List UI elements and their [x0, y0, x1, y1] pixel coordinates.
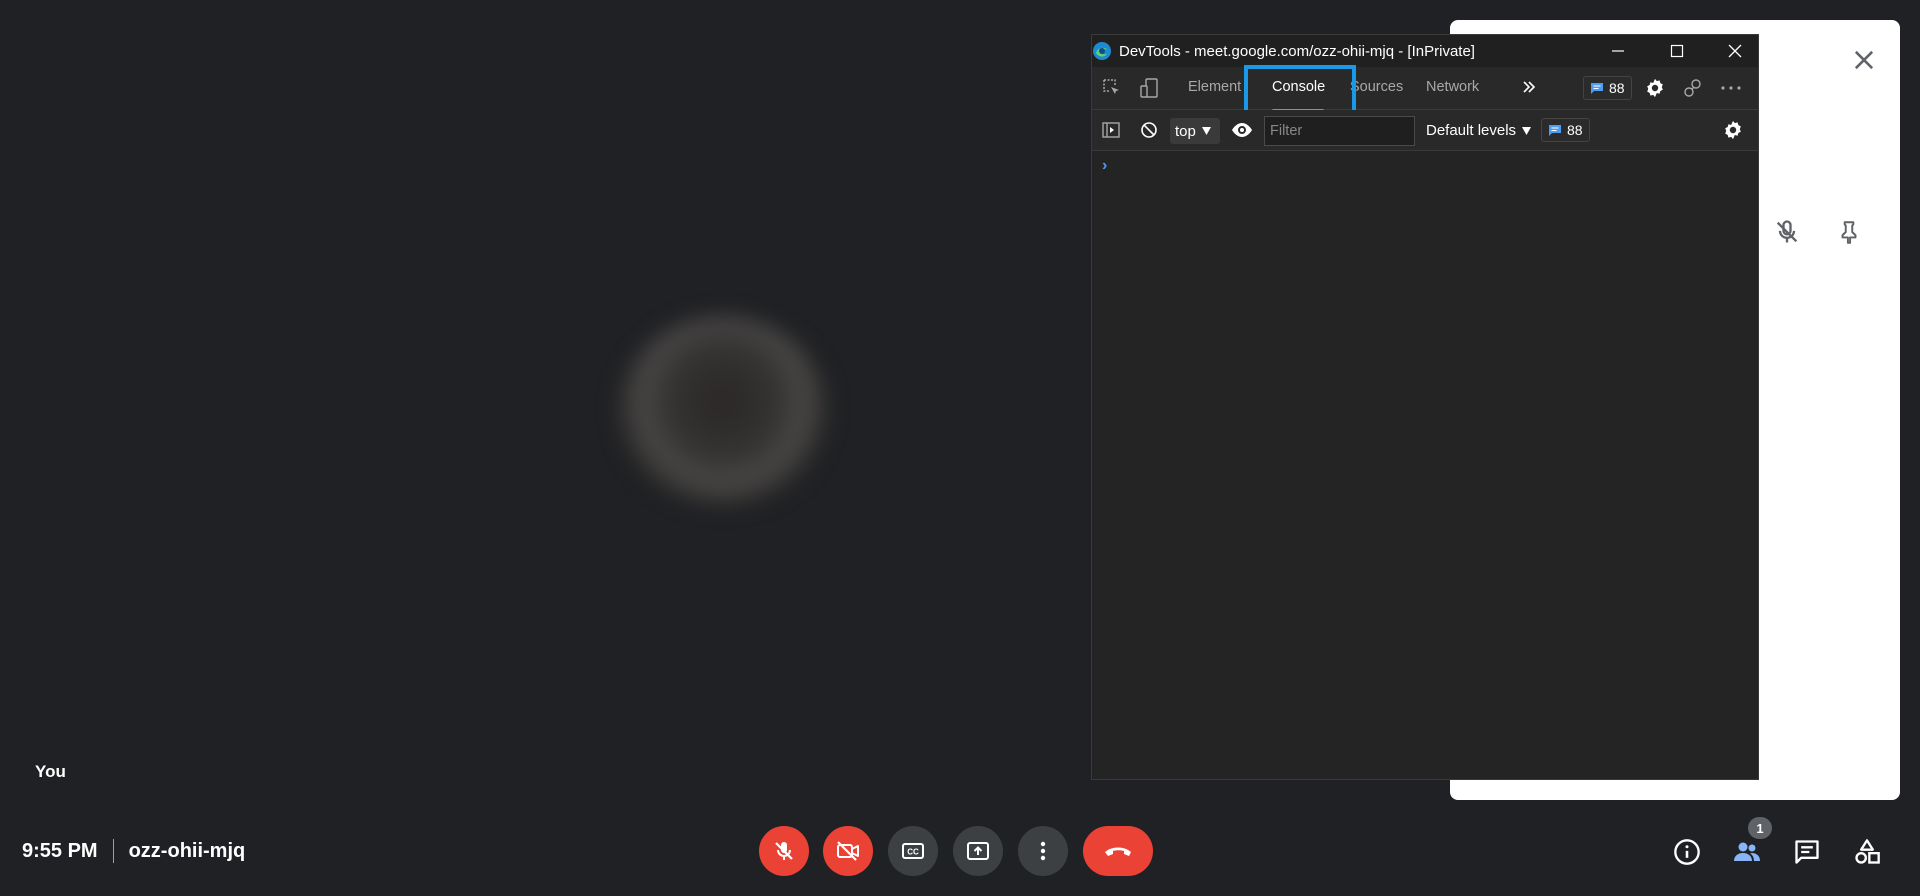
divider [112, 839, 114, 863]
meeting-code: ozz-ohii-mjq [128, 839, 246, 862]
info-icon [1674, 839, 1700, 865]
meeting-details: 9:55 PM ozz-ohii-mjq [22, 838, 245, 864]
more-options-icon[interactable] [1719, 81, 1743, 95]
edge-logo-icon [1092, 41, 1112, 61]
end-call-icon [1105, 847, 1131, 856]
camera-toggle-button[interactable] [823, 826, 873, 876]
console-prompt[interactable]: › [1102, 157, 1107, 175]
message-icon [1549, 124, 1561, 136]
log-levels-label: Default levels [1426, 122, 1517, 139]
devtools-window-title: DevTools - meet.google.com/ozz-ohii-mjq … [1119, 43, 1475, 60]
microphone-toggle-button[interactable] [759, 826, 809, 876]
filter-input[interactable] [1264, 116, 1415, 146]
issues-count: 88 [1609, 80, 1625, 96]
console-settings-icon[interactable] [1722, 119, 1744, 141]
camera-off-icon [837, 841, 859, 861]
close-window-button[interactable] [1712, 35, 1758, 67]
mic-off-icon [1773, 218, 1801, 246]
tab-sources[interactable]: Sources [1350, 79, 1403, 95]
people-button[interactable] [1729, 834, 1765, 870]
live-expression-eye-icon[interactable] [1231, 120, 1253, 140]
devtools-title-bar[interactable]: DevTools - meet.google.com/ozz-ohii-mjq … [1092, 35, 1758, 67]
context-selector[interactable]: top [1170, 118, 1220, 144]
participant-video-blurred [618, 316, 828, 506]
tab-elements[interactable]: Element [1188, 79, 1241, 95]
present-screen-icon [967, 842, 989, 860]
meeting-details-button[interactable] [1669, 834, 1705, 870]
more-tabs-icon[interactable] [1521, 79, 1537, 95]
more-options-button[interactable] [1018, 826, 1068, 876]
console-issues-count: 88 [1567, 122, 1583, 138]
meeting-time: 9:55 PM [22, 839, 98, 862]
message-icon [1591, 82, 1603, 94]
activities-button[interactable] [1849, 834, 1885, 870]
console-issues-badge[interactable]: 88 [1541, 118, 1590, 142]
settings-icon[interactable] [1644, 77, 1666, 99]
clear-console-icon[interactable] [1139, 120, 1159, 140]
people-icon [1734, 842, 1760, 861]
closed-captions-icon: CC [902, 843, 924, 859]
show-sidebar-icon[interactable] [1101, 120, 1121, 140]
device-toolbar-icon[interactable] [1138, 77, 1160, 99]
console-toolbar: top Default levels 88 [1092, 110, 1758, 151]
inspect-element-icon[interactable] [1101, 77, 1123, 99]
devtools-window: DevTools - meet.google.com/ozz-ohii-mjq … [1091, 34, 1759, 780]
devtools-tab-bar: Element Console Sources Network 88 [1092, 67, 1758, 110]
pin-icon[interactable] [1836, 218, 1862, 246]
chat-icon [1795, 840, 1819, 864]
tab-network[interactable]: Network [1426, 79, 1479, 95]
log-levels-dropdown[interactable]: Default levels [1426, 122, 1532, 139]
context-value: top [1175, 122, 1196, 140]
customize-devtools-icon[interactable] [1682, 77, 1704, 99]
svg-text:CC: CC [907, 848, 919, 857]
chat-button[interactable] [1789, 834, 1825, 870]
self-name-label: You [35, 762, 66, 781]
present-now-button[interactable] [953, 826, 1003, 876]
issues-badge[interactable]: 88 [1583, 76, 1632, 100]
maximize-button[interactable] [1654, 35, 1700, 67]
leave-call-button[interactable] [1083, 826, 1153, 876]
dropdown-arrow-icon [1201, 127, 1211, 135]
minimize-button[interactable] [1595, 35, 1641, 67]
close-icon[interactable] [1850, 46, 1878, 74]
participant-count-badge: 1 [1748, 817, 1772, 839]
activities-icon [1855, 839, 1880, 864]
dropdown-arrow-icon [1522, 126, 1532, 135]
more-vert-icon [1040, 841, 1046, 861]
mic-off-icon [775, 842, 793, 860]
captions-button[interactable]: CC [888, 826, 938, 876]
